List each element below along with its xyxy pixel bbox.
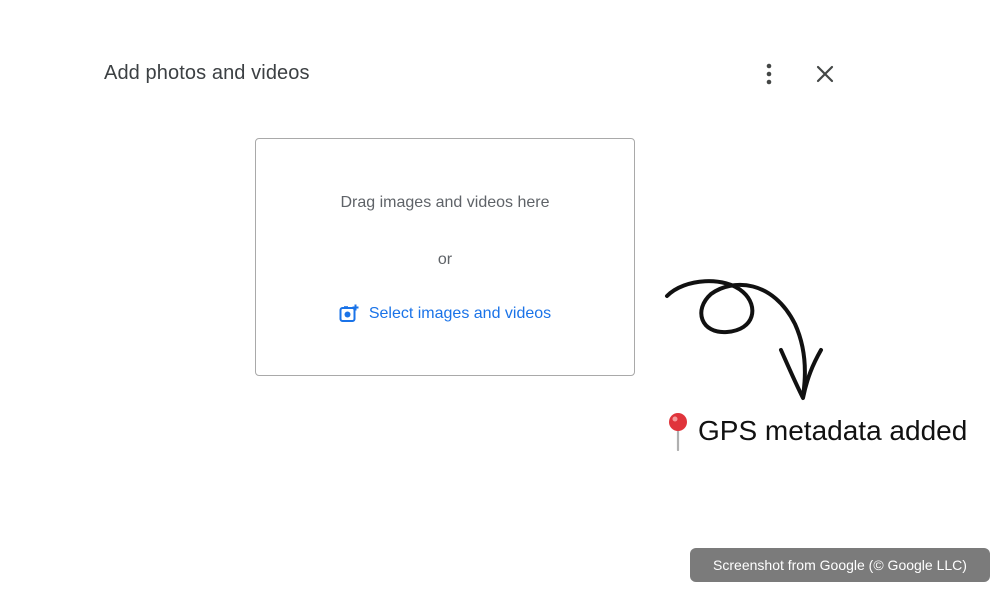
annotation: GPS metadata added [664, 411, 967, 451]
close-icon [816, 65, 834, 83]
select-images-button[interactable]: Select images and videos [256, 304, 634, 324]
annotation-label: GPS metadata added [698, 415, 968, 446]
close-button[interactable] [809, 58, 841, 90]
curly-arrow-icon [665, 279, 823, 400]
drop-zone[interactable]: Drag images and videos here or Select im… [255, 138, 635, 376]
more-vert-icon [766, 63, 772, 85]
select-images-label: Select images and videos [368, 305, 552, 322]
drag-instructions: Drag images and videos here [340, 194, 550, 211]
add-photo-icon [339, 304, 359, 322]
dialog-title: Add photos and videos [104, 62, 310, 84]
map-pin-icon [669, 413, 687, 451]
credit-badge: Screenshot from Google (© Google LLC) [690, 548, 990, 582]
or-separator: or [437, 251, 453, 268]
more-options-button[interactable] [753, 58, 785, 90]
